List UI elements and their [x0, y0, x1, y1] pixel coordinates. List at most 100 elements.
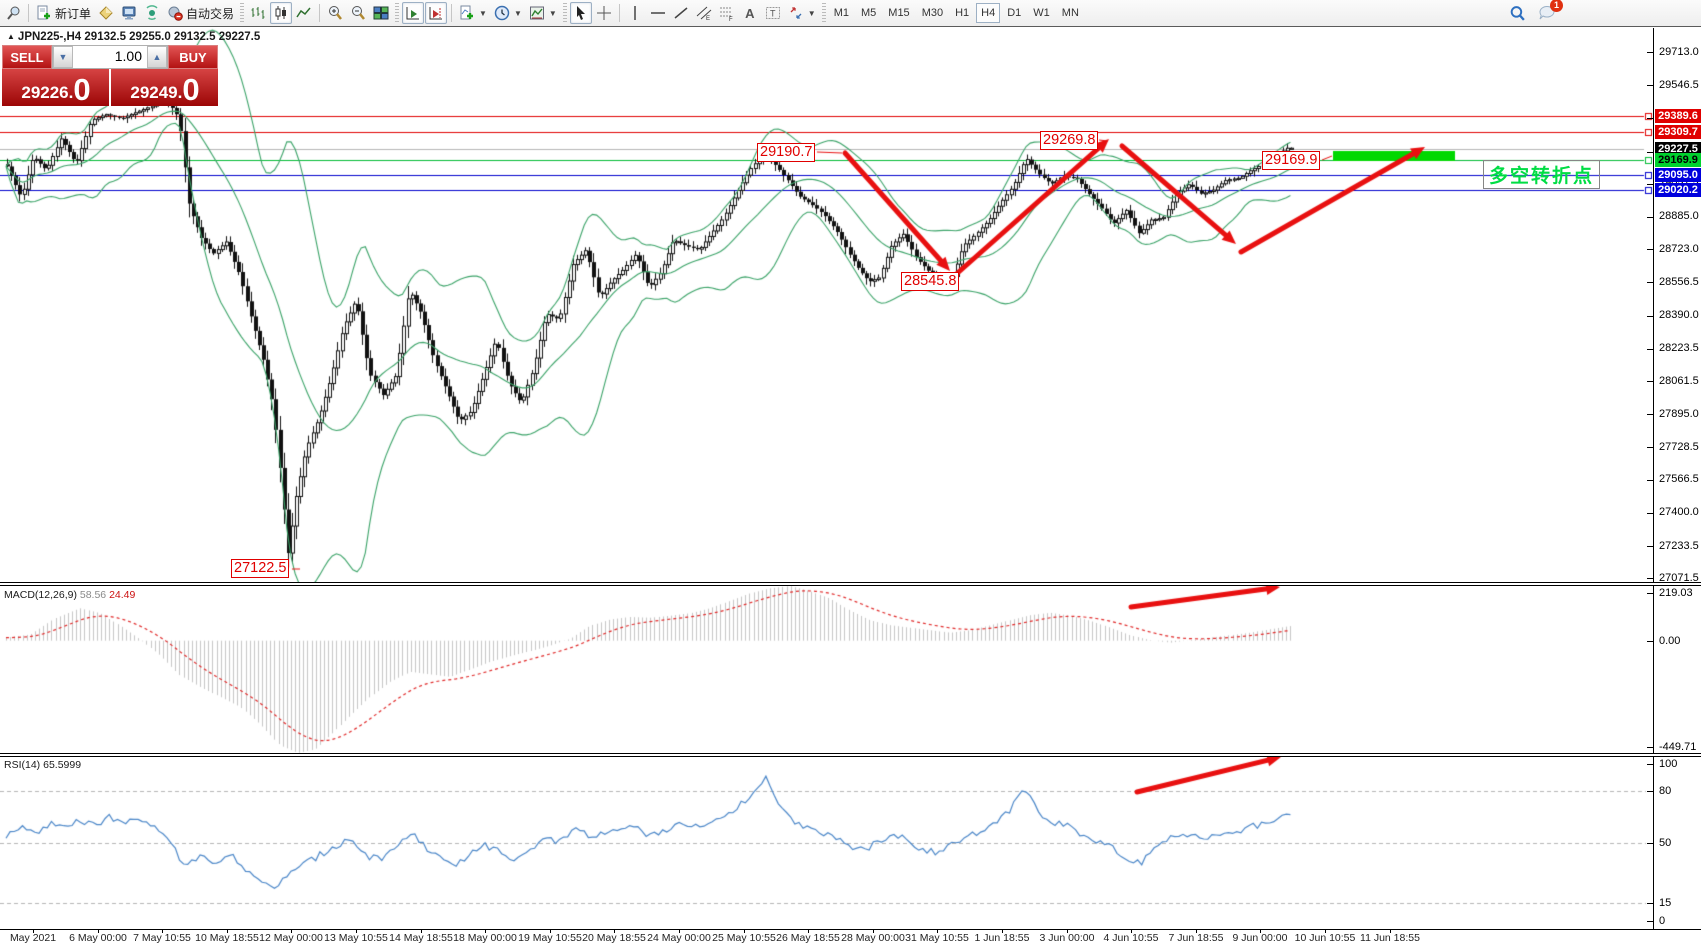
macd-signal-value: 24.49: [109, 589, 135, 601]
dropdown-caret: ▼: [549, 9, 557, 18]
new-order-button[interactable]: 新订单: [33, 2, 94, 24]
toolbar-separator: [319, 4, 320, 22]
signal-icon: [144, 5, 160, 21]
rsi-axis-label: 80: [1659, 785, 1671, 797]
zoom-in-button[interactable]: [324, 2, 346, 24]
price-axis-tick: [1647, 578, 1653, 579]
market-watch-button[interactable]: [118, 2, 140, 24]
time-axis-label: 7 May 10:55: [133, 932, 191, 944]
macd-axis-tick: [1647, 641, 1653, 642]
volume-decrease-button[interactable]: ▼: [53, 46, 73, 68]
sell-price[interactable]: 29226.0: [2, 69, 109, 106]
autotrading-icon: [167, 5, 183, 21]
svg-text:T: T: [770, 9, 776, 19]
trendline-tool-button[interactable]: [670, 2, 692, 24]
chart-line-button[interactable]: [293, 2, 315, 24]
timeframe-d1[interactable]: D1: [1002, 3, 1026, 23]
price-axis-label: 29713.0: [1659, 46, 1699, 58]
indicators-button[interactable]: ▼: [456, 2, 490, 24]
time-axis-label: 10 Jun 10:55: [1295, 932, 1356, 944]
rsi-axis-label: 100: [1659, 758, 1677, 770]
volume-increase-button[interactable]: ▲: [147, 46, 167, 68]
symbol-marker-icon: ▲: [7, 32, 15, 41]
timeframe-mn[interactable]: MN: [1057, 3, 1084, 23]
sell-button[interactable]: SELL: [2, 45, 52, 69]
templates-button[interactable]: ▼: [526, 2, 560, 24]
time-axis-label: 1 Jun 18:55: [975, 932, 1030, 944]
toolbar-separator: [451, 4, 452, 22]
price-level-badge: 29309.7: [1655, 125, 1701, 139]
toolbar-grip: [395, 3, 399, 23]
time-axis-line: [0, 929, 1701, 930]
timeframe-m15[interactable]: M15: [883, 3, 914, 23]
pane-separator-macd[interactable]: [0, 582, 1701, 586]
time-axis-label: 6 May 00:00: [69, 932, 127, 944]
rsi-axis-label: 50: [1659, 837, 1671, 849]
price-axis-tick: [1647, 381, 1653, 382]
sell-price-main: 29226: [21, 81, 68, 105]
timeframe-h4[interactable]: H4: [976, 3, 1000, 23]
tile-windows-button[interactable]: [370, 2, 392, 24]
volume-value[interactable]: 1.00: [73, 46, 147, 68]
signals-button[interactable]: [141, 2, 163, 24]
timeframe-m30[interactable]: M30: [917, 3, 948, 23]
text-label-tool-button[interactable]: T: [762, 2, 784, 24]
rsi-pane-canvas[interactable]: [0, 757, 1653, 929]
price-axis-line: [1653, 28, 1654, 929]
price-annotation-label: 29269.8: [1040, 131, 1098, 150]
price-axis-label: 27895.0: [1659, 408, 1699, 420]
time-axis-label: 28 May 00:00: [841, 932, 905, 944]
cursor-tool-button[interactable]: [570, 2, 592, 24]
arrows-tool-button[interactable]: ▼: [785, 2, 819, 24]
price-axis-tick: [1647, 513, 1653, 514]
zoom-out-icon: [350, 5, 366, 21]
autotrading-button[interactable]: 自动交易: [164, 2, 237, 24]
notifications-button[interactable]: 1: [1535, 2, 1559, 24]
tile-windows-icon: [373, 5, 389, 21]
periods-button[interactable]: ▼: [491, 2, 525, 24]
chart-title-text: JPN225-,H4 29132.5 29255.0 29132.5 29227…: [18, 31, 260, 43]
chart-bars-button[interactable]: [247, 2, 269, 24]
chart-shift-button[interactable]: [425, 2, 447, 24]
price-annotation-label: 29190.7: [757, 143, 815, 162]
timeframe-h1[interactable]: H1: [950, 3, 974, 23]
chart-candles-button[interactable]: [270, 2, 292, 24]
toolbar-separator: [619, 4, 620, 22]
price-axis-tick: [1647, 249, 1653, 250]
clipped-toolbar-icon[interactable]: [2, 2, 24, 24]
horizontal-line-tool-button[interactable]: [647, 2, 669, 24]
price-axis-label: 28390.0: [1659, 309, 1699, 321]
channel-tool-button[interactable]: E: [693, 2, 715, 24]
equidistant-channel-icon: E: [696, 5, 712, 21]
indicator-list-button[interactable]: [95, 2, 117, 24]
crosshair-icon: [596, 5, 612, 21]
macd-pane-canvas[interactable]: [0, 586, 1653, 753]
crosshair-tool-button[interactable]: [593, 2, 615, 24]
time-axis-label: 4 Jun 10:55: [1104, 932, 1159, 944]
time-axis-label: 11 Jun 18:55: [1360, 932, 1420, 944]
time-axis-label: 12 May 00:00: [259, 932, 323, 944]
pane-separator-rsi[interactable]: [0, 753, 1701, 757]
buy-button[interactable]: BUY: [168, 45, 218, 69]
price-axis-label: 27728.5: [1659, 441, 1699, 453]
main-chart-canvas[interactable]: [0, 28, 1653, 582]
clock-icon: [494, 5, 510, 21]
search-button[interactable]: [1506, 2, 1529, 24]
timeframe-m1[interactable]: M1: [829, 3, 854, 23]
time-axis-label: 26 May 18:55: [776, 932, 840, 944]
time-axis-label: 14 May 18:55: [389, 932, 453, 944]
add-indicator-icon: [459, 5, 475, 21]
time-axis-label: 13 May 10:55: [324, 932, 388, 944]
main-toolbar: 新订单 自动交易 ▼ ▼: [0, 0, 1701, 27]
zoom-out-button[interactable]: [347, 2, 369, 24]
fibonacci-tool-button[interactable]: F: [716, 2, 738, 24]
timeframe-w1[interactable]: W1: [1028, 3, 1055, 23]
auto-scroll-button[interactable]: [402, 2, 424, 24]
text-tool-button[interactable]: A: [739, 2, 761, 24]
price-axis-tick: [1647, 217, 1653, 218]
price-axis-tick: [1647, 282, 1653, 283]
vertical-line-tool-button[interactable]: [624, 2, 646, 24]
fibonacci-icon: F: [719, 5, 735, 21]
timeframe-m5[interactable]: M5: [856, 3, 881, 23]
buy-price[interactable]: 29249.0: [111, 69, 218, 106]
